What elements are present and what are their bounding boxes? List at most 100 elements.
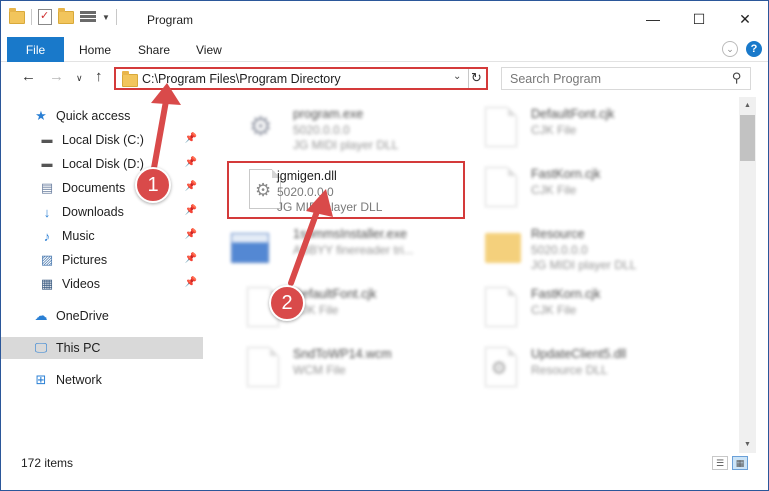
ribbon-tabs: File Home Share View ⌄ ? [1,37,768,62]
scroll-up-icon[interactable]: ▲ [739,97,756,114]
sidebar-item-label: Videos [62,277,100,291]
pin-icon[interactable]: 📌 [185,229,197,240]
minimize-button[interactable]: — [630,1,676,37]
navigation-pane: ★ Quick access ▬ Local Disk (C:) 📌 ▬ Loc… [1,97,204,453]
file-description: JG MIDI player DLL [531,258,637,272]
expand-ribbon-icon[interactable]: ⌄ [722,41,738,57]
sidebar-item-network[interactable]: ⊞ Network [1,369,203,391]
file-version: 5020.0.0.0 [531,243,588,257]
drive-icon: ▬ [41,134,53,146]
sidebar-item-label: Music [62,229,95,243]
sidebar-item-videos[interactable]: ▦ Videos 📌 [1,273,203,295]
folder-icon [9,7,25,24]
sidebar-item-music[interactable]: ♪ Music 📌 [1,225,203,247]
file-tile-defaultfont-cjk[interactable]: DefaultFont.cjk CJK File [465,101,705,157]
file-name: DefaultFont.cjk [293,287,377,301]
refresh-icon[interactable]: ↻ [471,70,482,86]
scrollbar-thumb[interactable] [740,115,755,161]
file-tile-fastkorn-cjk-2[interactable]: FastKorn.cjk CJK File [465,281,705,337]
address-dropdown-icon[interactable]: ⌄ [453,71,461,82]
window-title: Program [147,13,194,27]
sidebar-item-label: Documents [62,181,126,195]
callout-badge-2: 2 [269,285,305,321]
view-options-icon[interactable] [80,10,96,24]
explorer-window: ▼ Program — ☐ ✕ File Home Share View ⌄ ?… [0,0,769,491]
sidebar-item-label: Local Disk (C:) [62,133,144,147]
file-tile-installer-exe[interactable]: 1sommsInstaller.exe ABBYY finereader tri… [227,221,467,277]
file-type: CJK File [531,303,577,317]
sidebar-item-this-pc[interactable]: 🖵 This PC [1,337,203,359]
dll-file-icon [485,347,517,387]
recent-locations-icon[interactable]: ∨ [76,73,83,84]
back-arrow-icon[interactable]: ← [21,68,36,85]
navigation-bar: ← → ∨ ↑ C:\Program Files\Program Directo… [1,63,768,93]
drive-icon: ▬ [41,158,53,170]
tab-view[interactable]: View [196,37,222,62]
forward-arrow-icon[interactable]: → [49,68,64,85]
close-button[interactable]: ✕ [722,1,768,37]
sidebar-item-documents[interactable]: ▤ Documents 📌 [1,177,203,199]
address-divider [468,69,469,88]
sidebar-item-downloads[interactable]: ↓ Downloads 📌 [1,201,203,223]
file-tile-fastkorn-cjk[interactable]: FastKorn.cjk CJK File [465,161,705,217]
help-button[interactable]: ? [746,41,762,57]
ribbon-controls: ⌄ ? [722,41,762,57]
file-tile-defaultfont-cjk-2[interactable]: DefaultFont.cjk CJK File [227,281,467,337]
customize-toolbar-icon[interactable]: ▼ [102,13,110,22]
status-bar: 172 items ☰ ▦ [1,453,768,475]
address-bar[interactable]: C:\Program Files\Program Directory ⌄ ↻ [114,67,488,90]
file-name: 1sommsInstaller.exe [293,227,407,241]
pin-icon[interactable]: 📌 [185,205,197,216]
file-name: FastKorn.cjk [531,287,601,301]
pin-icon[interactable]: 📌 [185,253,197,264]
file-version: 5020.0.0.0 [277,185,334,199]
sidebar-item-local-disk-c[interactable]: ▬ Local Disk (C:) 📌 [1,129,203,151]
file-name: UpdateClient5.dll [531,347,627,361]
file-type: CJK File [531,123,577,137]
maximize-button[interactable]: ☐ [676,1,722,37]
sidebar-item-label: This PC [56,341,101,355]
tiles-view-icon[interactable]: ▦ [732,456,748,470]
pin-icon[interactable]: 📌 [185,181,197,192]
file-type: WCM File [293,363,346,377]
sidebar-item-pictures[interactable]: ▨ Pictures 📌 [1,249,203,271]
file-description: JG MIDI player DLL [277,200,383,214]
file-tile-program-exe[interactable]: program.exe 5020.0.0.0 JG MIDI player DL… [227,101,467,157]
vertical-scrollbar[interactable]: ▲ ▼ [739,97,756,453]
file-name: program.exe [293,107,364,121]
details-view-icon[interactable]: ☰ [712,456,728,470]
search-icon[interactable]: ⚲ [732,70,742,86]
view-toggle: ☰ ▦ [712,456,748,470]
search-input[interactable]: Search Program ⚲ [501,67,751,90]
sidebar-item-onedrive[interactable]: ☁ OneDrive [1,305,203,327]
file-name: SndToWP14.wcm [293,347,392,361]
sidebar-item-label: Network [56,373,102,387]
file-version: 5020.0.0.0 [293,123,350,137]
tab-home[interactable]: Home [79,37,111,62]
address-folder-icon [122,71,138,87]
sidebar-item-label: Pictures [62,253,108,267]
file-tile-sndtowp14-wcm[interactable]: SndToWP14.wcm WCM File [227,341,467,397]
tab-file[interactable]: File [7,37,64,62]
window-controls: — ☐ ✕ [630,1,768,37]
music-icon: ♪ [43,228,51,244]
properties-icon[interactable] [38,9,52,25]
sidebar-item-label: Downloads [62,205,124,219]
file-tile-updateclient5-dll[interactable]: UpdateClient5.dll Resource DLL [465,341,705,397]
up-arrow-icon[interactable]: ↑ [95,68,103,85]
address-path[interactable]: C:\Program Files\Program Directory [142,72,341,86]
toolbar-divider [115,9,117,25]
pin-icon[interactable]: 📌 [185,157,197,168]
file-tile-jgmigen-dll[interactable]: jgmigen.dll 5020.0.0.0 JG MIDI player DL… [227,161,465,219]
toolbar-divider [31,9,32,25]
new-folder-icon[interactable] [58,7,74,24]
tab-share[interactable]: Share [138,37,170,62]
sidebar-item-quick-access[interactable]: ★ Quick access [1,105,203,127]
file-tile-resource[interactable]: Resource 5020.0.0.0 JG MIDI player DLL [465,221,705,277]
pin-icon[interactable]: 📌 [185,277,197,288]
sidebar-item-local-disk-d[interactable]: ▬ Local Disk (D:) 📌 [1,153,203,175]
file-name: DefaultFont.cjk [531,107,615,121]
scroll-down-icon[interactable]: ▼ [739,436,756,453]
file-name: Resource [531,227,585,241]
pin-icon[interactable]: 📌 [185,133,197,144]
